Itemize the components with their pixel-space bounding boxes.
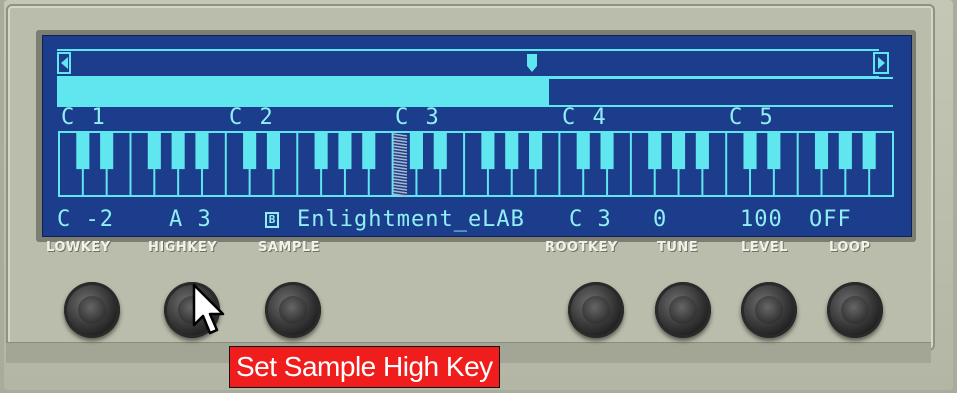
black-key[interactable] <box>362 132 376 170</box>
black-key[interactable] <box>100 132 114 170</box>
level-value: 100 <box>740 207 783 232</box>
black-key[interactable] <box>433 132 447 170</box>
piano-keyboard[interactable] <box>58 131 894 197</box>
level-knob[interactable] <box>741 282 797 338</box>
black-key[interactable] <box>195 132 209 170</box>
rootkey-value: C 3 <box>569 207 612 232</box>
key-range-marker-icon[interactable] <box>527 54 537 72</box>
sample-knob[interactable] <box>265 282 321 338</box>
rootkey-label: ROOTKEY <box>545 240 618 255</box>
hatch-line <box>392 148 408 152</box>
scroll-right-button[interactable] <box>873 52 889 74</box>
hatch-line <box>392 160 408 164</box>
black-key[interactable] <box>505 132 519 170</box>
hatch-line <box>392 184 408 188</box>
black-key[interactable] <box>862 132 876 170</box>
tooltip: Set Sample High Key <box>229 346 500 388</box>
loop-label: LOOP <box>829 240 871 255</box>
hatch-line <box>392 178 408 182</box>
hatch-line <box>392 190 408 194</box>
black-key[interactable] <box>814 132 829 170</box>
hatch-line <box>392 133 408 137</box>
sample-name-value: Enlightment_eLAB <box>297 207 525 232</box>
lcd-display: C 1 C 2 C 3 C 4 C 5 C -2 A 3 B Enlightme… <box>42 35 912 237</box>
lowkey-label: LOWKEY <box>46 240 111 255</box>
octave-label-c2: C 2 <box>229 105 275 130</box>
black-key[interactable] <box>147 132 161 170</box>
hatch-line <box>392 157 408 161</box>
highkey-value: A 3 <box>169 207 212 232</box>
hatch-line <box>392 142 408 146</box>
hatch-line <box>392 139 408 143</box>
lowkey-value: C -2 <box>57 207 114 232</box>
black-key[interactable] <box>838 132 852 170</box>
mouse-pointer-icon <box>192 283 225 335</box>
tune-label: TUNE <box>657 240 699 255</box>
parameter-readout: C -2 A 3 B Enlightment_eLAB C 3 0 100 OF… <box>43 206 911 234</box>
tune-knob[interactable] <box>655 282 711 338</box>
black-key[interactable] <box>76 132 90 170</box>
scroll-track-top <box>57 49 879 51</box>
black-key[interactable] <box>266 132 281 170</box>
octave-label-c1: C 1 <box>61 105 107 130</box>
sample-label: SAMPLE <box>258 240 321 255</box>
level-label: LEVEL <box>741 240 788 255</box>
octave-label-c5: C 5 <box>729 105 775 130</box>
tune-value: 0 <box>653 207 668 232</box>
black-key[interactable] <box>648 132 662 170</box>
hatch-line <box>392 169 408 173</box>
black-key[interactable] <box>576 132 590 170</box>
black-key[interactable] <box>529 132 543 170</box>
hatch-line <box>392 154 408 158</box>
black-key[interactable] <box>600 132 614 170</box>
hatch-line <box>392 151 408 155</box>
hatch-line <box>392 166 408 170</box>
sample-number-icon: B <box>265 212 279 228</box>
lowkey-knob[interactable] <box>64 282 120 338</box>
hatch-line <box>392 136 408 140</box>
scroll-left-button[interactable] <box>57 52 71 74</box>
highkey-label: HIGHKEY <box>148 240 218 255</box>
octave-label-c4: C 4 <box>562 105 608 130</box>
loop-knob[interactable] <box>827 282 883 338</box>
hatch-line <box>392 163 408 167</box>
black-key[interactable] <box>171 132 185 170</box>
hatch-line <box>392 145 408 149</box>
black-key[interactable] <box>767 132 781 170</box>
hatch-line <box>392 172 408 176</box>
triangle-left-icon <box>61 57 68 69</box>
black-key[interactable] <box>314 132 328 170</box>
triangle-right-icon <box>878 57 885 69</box>
black-key[interactable] <box>481 132 495 170</box>
black-key[interactable] <box>243 132 257 170</box>
key-range-fill <box>57 78 549 106</box>
black-key[interactable] <box>409 132 423 170</box>
hatch-line <box>392 175 408 179</box>
black-key[interactable] <box>743 132 757 170</box>
octave-label-c3: C 3 <box>395 105 441 130</box>
black-key[interactable] <box>671 132 686 170</box>
hatch-line <box>392 187 408 191</box>
black-key[interactable] <box>338 132 352 170</box>
black-key[interactable] <box>695 132 709 170</box>
loop-value: OFF <box>809 207 852 232</box>
hatch-line <box>392 181 408 185</box>
rootkey-knob[interactable] <box>568 282 624 338</box>
selected-key-highlight <box>392 133 408 197</box>
